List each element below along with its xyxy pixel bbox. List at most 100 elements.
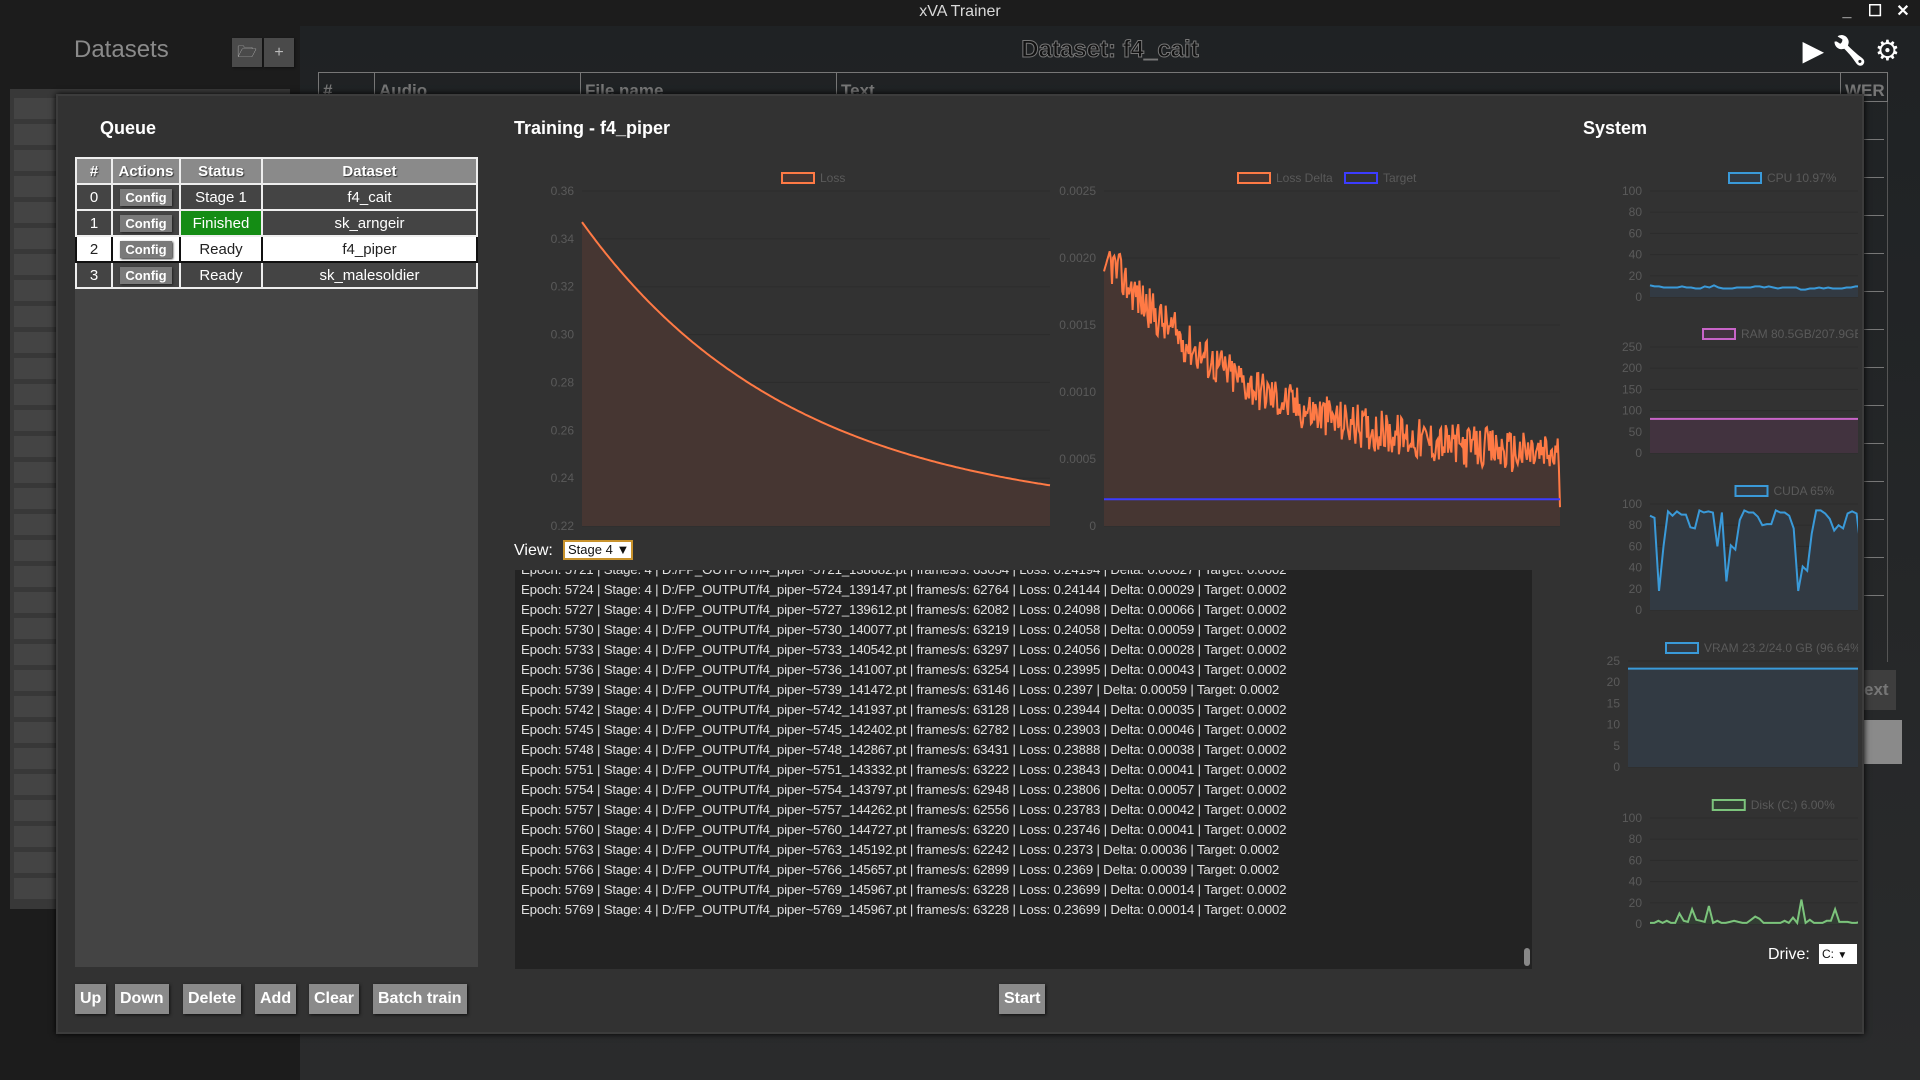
training-log[interactable]: Epoch: 5721 | Stage: 4 | D:/FP_OUTPUT/f4… [515, 570, 1532, 969]
play-icon[interactable]: ▶ [1802, 34, 1824, 67]
dataset-list-item[interactable] [14, 670, 56, 691]
up-button[interactable]: Up [75, 984, 107, 1014]
dataset-list-item[interactable] [14, 150, 56, 171]
config-button[interactable]: Config [120, 240, 172, 258]
dataset-list-item[interactable] [14, 592, 56, 613]
dataset-list-item[interactable] [14, 358, 56, 379]
dataset-list-item[interactable] [14, 462, 56, 483]
dataset-list-item[interactable] [14, 748, 56, 769]
delete-button[interactable]: Delete [183, 984, 242, 1014]
y-tick-label: 40 [1629, 875, 1643, 889]
start-button[interactable]: Start [999, 984, 1046, 1014]
config-button[interactable]: Config [120, 214, 172, 232]
legend-label[interactable]: Disk (C:) 6.00% [1751, 798, 1835, 812]
dataset-list-item[interactable] [14, 488, 56, 509]
dataset-list-item[interactable] [14, 332, 56, 353]
dataset-list-item[interactable] [14, 98, 56, 119]
dataset-list-item[interactable] [14, 826, 56, 847]
dataset-list-item[interactable] [14, 540, 56, 561]
view-select[interactable]: Stage 4 ▼ [563, 540, 633, 560]
queue-header-index: # [75, 157, 113, 185]
legend-swatch[interactable] [781, 172, 815, 184]
disk-chart: 100 80 60 40 20 0 Disk (C:) 6.00% [1622, 798, 1858, 931]
y-tick-label: 5 [1613, 739, 1620, 753]
add-button[interactable]: Add [255, 984, 297, 1014]
wrench-icon[interactable]: 🔧 [1832, 34, 1867, 67]
queue-header-dataset: Dataset [261, 157, 478, 185]
log-line: Epoch: 5769 | Stage: 4 | D:/FP_OUTPUT/f4… [521, 882, 1287, 897]
dataset-list-item[interactable] [14, 722, 56, 743]
queue-index: 3 [75, 261, 113, 289]
log-scrollbar[interactable] [1524, 948, 1530, 966]
queue-row-selected[interactable]: 2 Config Ready f4_piper [75, 235, 478, 263]
dataset-list-item[interactable] [14, 618, 56, 639]
dataset-list-item[interactable] [14, 514, 56, 535]
dataset-list-item[interactable] [14, 696, 56, 717]
close-icon[interactable]: ✕ [1894, 0, 1912, 24]
y-tick-label: 20 [1629, 269, 1643, 283]
dataset-list-item[interactable] [14, 254, 56, 275]
config-button[interactable]: Config [120, 188, 172, 206]
legend-swatch[interactable] [1344, 172, 1378, 184]
dataset-list-item[interactable] [14, 436, 56, 457]
dataset-list-item[interactable] [14, 878, 56, 899]
log-line: Epoch: 5739 | Stage: 4 | D:/FP_OUTPUT/f4… [521, 682, 1280, 697]
legend-swatch[interactable] [1734, 485, 1769, 497]
gear-icon[interactable]: ⚙ [1875, 34, 1900, 67]
y-tick-label: 0 [1089, 519, 1096, 533]
clear-button[interactable]: Clear [309, 984, 360, 1014]
ram-chart: 250 200 150 100 50 0 RAM 80.5GB/207.9GB [1622, 327, 1858, 460]
add-dataset-button[interactable]: + [264, 38, 294, 67]
legend-label[interactable]: VRAM 23.2/24.0 GB (96.64%) [1704, 641, 1858, 655]
queue-status: Finished [179, 209, 263, 237]
text-area-resize[interactable] [1864, 720, 1902, 764]
legend-swatch[interactable] [1711, 799, 1746, 811]
down-button[interactable]: Down [115, 984, 169, 1014]
dataset-list-item[interactable] [14, 410, 56, 431]
next-button[interactable]: ext [1864, 670, 1896, 710]
queue-row[interactable]: 0 Config Stage 1 f4_cait [75, 183, 478, 211]
y-tick-label: 0 [1613, 760, 1620, 774]
legend-label[interactable]: RAM 80.5GB/207.9GB [1741, 327, 1858, 341]
maximize-icon[interactable]: ☐ [1866, 0, 1884, 24]
legend-label[interactable]: Loss Delta [1276, 171, 1333, 185]
dataset-list-item[interactable] [14, 774, 56, 795]
dataset-list-item[interactable] [14, 852, 56, 873]
dataset-list-item[interactable] [14, 800, 56, 821]
minimize-icon[interactable]: _ [1838, 0, 1856, 24]
legend-label[interactable]: Target [1383, 171, 1417, 185]
legend-label[interactable]: Loss [820, 171, 845, 185]
right-scroll-strip [1864, 102, 1888, 662]
legend-label[interactable]: CUDA 65% [1774, 484, 1835, 498]
legend-swatch[interactable] [1237, 172, 1271, 184]
y-tick-label: 80 [1629, 205, 1643, 219]
dataset-list-item[interactable] [14, 124, 56, 145]
dataset-list-item[interactable] [14, 384, 56, 405]
dataset-list-item[interactable] [14, 566, 56, 587]
dataset-list-item[interactable] [14, 176, 56, 197]
open-folder-button[interactable]: 🗁 [232, 38, 262, 67]
dataset-list-item[interactable] [14, 228, 56, 249]
dataset-list-item[interactable] [14, 202, 56, 223]
legend-swatch[interactable] [1728, 172, 1762, 184]
chevron-down-icon: ▼ [1837, 950, 1848, 961]
legend-label[interactable]: CPU 10.97% [1767, 171, 1837, 185]
queue-index: 1 [75, 209, 113, 237]
dataset-list-item[interactable] [14, 644, 56, 665]
queue-row[interactable]: 1 Config Finished sk_arngeir [75, 209, 478, 237]
drive-select[interactable]: C: ▼ [1819, 944, 1857, 964]
y-tick-label: 0.0015 [1059, 318, 1096, 332]
dataset-list-item[interactable] [14, 280, 56, 301]
y-tick-label: 250 [1622, 340, 1642, 354]
log-line: Epoch: 5742 | Stage: 4 | D:/FP_OUTPUT/f4… [521, 702, 1287, 717]
legend-swatch[interactable] [1665, 642, 1699, 654]
dataset-list-item[interactable] [14, 306, 56, 327]
config-button[interactable]: Config [120, 266, 172, 284]
log-line: Epoch: 5721 | Stage: 4 | D:/FP_OUTPUT/f4… [515, 570, 1532, 580]
legend-swatch[interactable] [1702, 328, 1736, 340]
queue-index: 2 [75, 235, 113, 263]
y-tick-label: 0.30 [551, 328, 575, 342]
queue-row[interactable]: 3 Config Ready sk_malesoldier [75, 261, 478, 289]
view-label: View: [514, 542, 553, 559]
batch-train-button[interactable]: Batch train [373, 984, 467, 1014]
